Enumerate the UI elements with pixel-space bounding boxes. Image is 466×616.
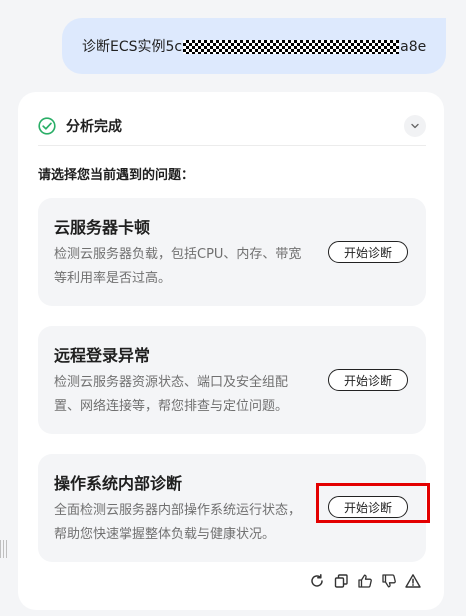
analysis-status: 分析完成 [66, 119, 122, 135]
option-card-server-lag: 云服务器卡顿 检测云服务器负载，包括CPU、内存、带宽等利用率是否过高。 开始诊… [38, 198, 426, 306]
thumbs-up-icon[interactable] [356, 572, 374, 590]
check-circle-icon [38, 117, 56, 135]
warning-icon[interactable] [404, 572, 422, 590]
user-message-text: 诊断ECS实例5c a8e [82, 36, 426, 56]
option-description: 检测云服务器负载，包括CPU、内存、带宽等利用率是否过高。 [54, 247, 302, 286]
start-diagnosis-button[interactable]: 开始诊断 [328, 369, 408, 391]
message-actions [308, 572, 422, 592]
question-prompt: 请选择您当前遇到的问题： [38, 168, 195, 183]
collapse-button[interactable] [404, 115, 426, 137]
assistant-response-card: 分析完成 请选择您当前遇到的问题： 云服务器卡顿 检测云服务器负载，包括CPU、… [18, 92, 444, 610]
highlight-box [316, 483, 430, 523]
copy-icon[interactable] [332, 572, 350, 590]
analysis-header: 分析完成 [38, 108, 426, 144]
start-diagnosis-button[interactable]: 开始诊断 [328, 241, 408, 263]
thumbs-down-icon[interactable] [380, 572, 398, 590]
option-title: 远程登录异常 [54, 346, 151, 365]
user-message-bubble: 诊断ECS实例5c a8e [62, 18, 446, 74]
resize-handle[interactable] [0, 540, 8, 558]
user-message-suffix: a8e [400, 39, 426, 55]
option-title: 云服务器卡顿 [54, 218, 151, 237]
refresh-icon[interactable] [308, 572, 326, 590]
user-message-prefix: 诊断ECS实例5c [82, 39, 183, 55]
option-description: 检测云服务器资源状态、端口及安全组配置、网络连接等，帮您排查与定位问题。 [54, 375, 289, 414]
chevron-down-icon [411, 123, 419, 129]
option-description: 全面检测云服务器内部操作系统运行状态，帮助您快速掌握整体负载与健康状况。 [54, 503, 302, 542]
option-title: 操作系统内部诊断 [54, 474, 183, 493]
redacted-instance-id [183, 40, 400, 54]
option-card-remote-login: 远程登录异常 检测云服务器资源状态、端口及安全组配置、网络连接等，帮您排查与定位… [38, 326, 426, 434]
header-divider [38, 145, 426, 146]
